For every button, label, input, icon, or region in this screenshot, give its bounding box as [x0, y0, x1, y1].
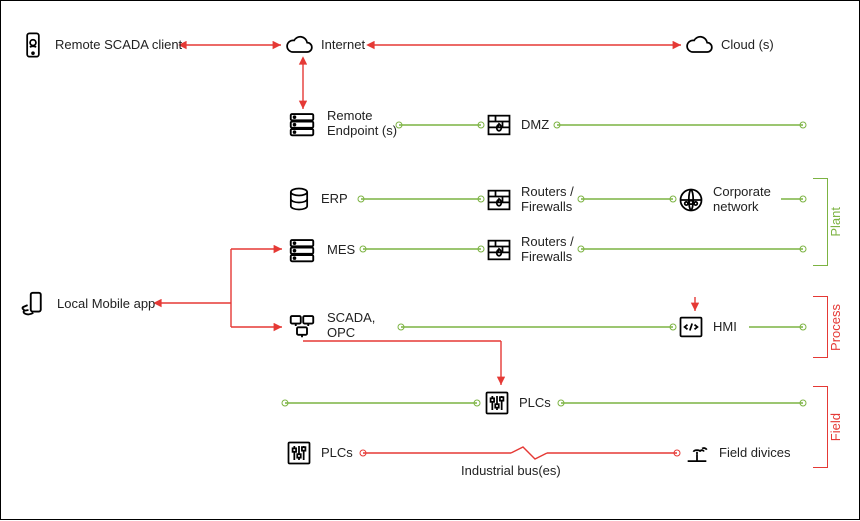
node-field-devices: Field divices: [683, 439, 791, 467]
code-screen-icon: [677, 313, 705, 341]
routers-firewalls-1-label: Routers / Firewalls: [521, 185, 574, 215]
mes-label: MES: [327, 243, 355, 258]
erp-label: ERP: [321, 192, 348, 207]
remote-endpoint-label: Remote Endpoint (s): [327, 109, 397, 139]
zone-plant: Plant: [813, 179, 849, 265]
node-scada-opc: SCADA, OPC: [285, 311, 375, 341]
smartphone-icon: [19, 31, 47, 59]
internet-label: Internet: [321, 38, 365, 53]
database-icon: [285, 185, 313, 213]
server-icon: [285, 109, 319, 139]
node-local-mobile-app: Local Mobile app: [15, 289, 155, 319]
node-mes: MES: [285, 235, 355, 265]
corporate-network-label: Corporate network: [713, 185, 771, 215]
hand-phone-icon: [15, 289, 49, 319]
firewall-icon: [485, 236, 513, 264]
node-remote-endpoint: Remote Endpoint (s): [285, 109, 397, 139]
cloud-icon: [285, 31, 313, 59]
sliders-icon: [483, 389, 511, 417]
node-erp: ERP: [285, 185, 348, 213]
routers-firewalls-2-label: Routers / Firewalls: [521, 235, 574, 265]
node-routers-firewalls-2: Routers / Firewalls: [485, 235, 574, 265]
dmz-label: DMZ: [521, 118, 549, 133]
zone-process-label: Process: [828, 304, 849, 351]
node-plcs-a: PLCs: [483, 389, 551, 417]
zone-plant-label: Plant: [828, 207, 849, 237]
server-icon: [285, 235, 319, 265]
zone-process: Process: [813, 297, 849, 357]
node-dmz: DMZ: [485, 111, 549, 139]
node-corporate-network: Corporate network: [677, 185, 771, 215]
globe-users-icon: [677, 186, 705, 214]
field-devices-label: Field divices: [719, 446, 791, 461]
hmi-label: HMI: [713, 320, 737, 335]
cloud-label: Cloud (s): [721, 38, 774, 53]
node-internet: Internet: [285, 31, 365, 59]
node-remote-scada-client: Remote SCADA client: [19, 31, 182, 59]
node-hmi: HMI: [677, 313, 737, 341]
plcs-a-label: PLCs: [519, 396, 551, 411]
scada-opc-label: SCADA, OPC: [327, 311, 375, 341]
zone-field-label: Field: [828, 413, 849, 441]
local-mobile-app-label: Local Mobile app: [57, 297, 155, 312]
industrial-bus-label: Industrial bus(es): [461, 463, 561, 478]
sliders-icon: [285, 439, 313, 467]
workstations-icon: [285, 311, 319, 341]
plcs-b-label: PLCs: [321, 446, 353, 461]
node-routers-firewalls-1: Routers / Firewalls: [485, 185, 574, 215]
firewall-icon: [485, 111, 513, 139]
node-plcs-b: PLCs: [285, 439, 353, 467]
remote-scada-client-label: Remote SCADA client: [55, 38, 182, 53]
cloud-icon: [685, 31, 713, 59]
sensor-icon: [683, 439, 711, 467]
node-cloud: Cloud (s): [685, 31, 774, 59]
firewall-icon: [485, 186, 513, 214]
zone-field: Field: [813, 387, 849, 467]
